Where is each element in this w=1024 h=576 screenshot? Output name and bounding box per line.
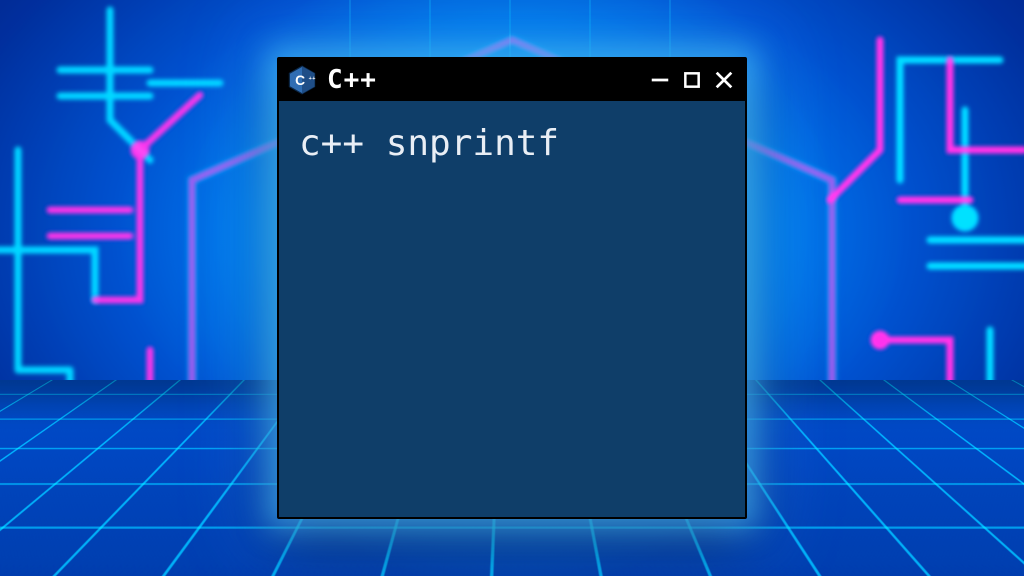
window-title: C++	[327, 65, 639, 95]
minimize-button[interactable]	[649, 69, 671, 91]
svg-text:C: C	[295, 73, 305, 88]
titlebar: C + + C++	[279, 59, 745, 101]
maximize-icon	[682, 70, 702, 90]
close-button[interactable]	[713, 69, 735, 91]
terminal-content: c++ snprintf	[279, 101, 745, 517]
close-icon	[713, 69, 735, 91]
minimize-icon	[649, 69, 671, 91]
terminal-text: c++ snprintf	[299, 123, 559, 164]
cpp-logo-icon: C + +	[287, 65, 317, 95]
terminal-window: C + + C++	[277, 57, 747, 519]
maximize-button[interactable]	[681, 69, 703, 91]
svg-text:+: +	[312, 76, 315, 82]
svg-text:+: +	[309, 76, 312, 82]
